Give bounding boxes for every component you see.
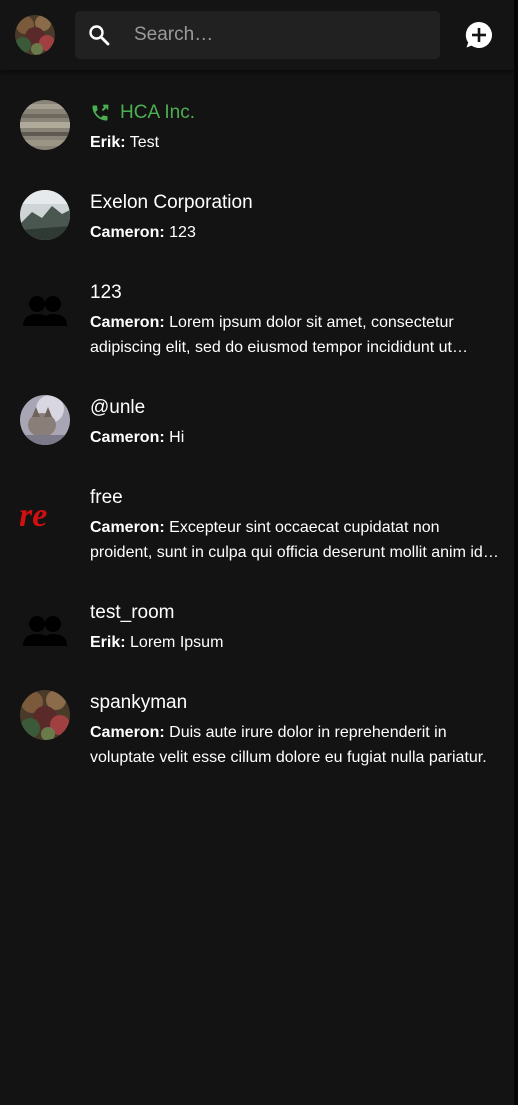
preview-sender: Erik: <box>90 634 126 651</box>
logo-text: re <box>20 497 47 534</box>
preview-sender: Cameron: <box>90 224 165 241</box>
room-avatar <box>20 100 70 150</box>
room-item[interactable]: re free Cameron: Excepteur sint occaecat… <box>0 475 514 570</box>
preview-text: 123 <box>169 224 196 241</box>
room-name: free <box>90 487 123 508</box>
room-avatar <box>20 690 70 740</box>
phone-call-icon <box>92 104 109 121</box>
new-chat-icon <box>465 21 493 48</box>
group-icon <box>20 600 70 650</box>
room-name: 123 <box>90 282 122 303</box>
room-preview: Cameron: 123 <box>90 220 500 245</box>
room-preview: Cameron: Hi <box>90 425 500 450</box>
new-chat-button[interactable] <box>464 20 494 50</box>
room-preview: Cameron: Lorem ipsum dolor sit amet, con… <box>90 310 500 360</box>
room-item[interactable]: @unle Cameron: Hi <box>0 385 514 455</box>
app-root: HCA Inc. Erik: Test Exelon Corporation C… <box>0 0 514 1105</box>
top-bar <box>0 0 514 70</box>
room-item[interactable]: test_room Erik: Lorem Ipsum <box>0 590 514 660</box>
group-icon <box>20 280 70 330</box>
search-icon <box>89 25 110 46</box>
preview-sender: Erik: <box>90 134 126 151</box>
preview-sender: Cameron: <box>90 314 165 331</box>
preview-sender: Cameron: <box>90 429 165 446</box>
search-input[interactable] <box>134 11 424 59</box>
preview-text: Hi <box>169 429 185 446</box>
preview-text: Test <box>129 134 160 151</box>
room-preview: Cameron: Excepteur sint occaecat cupidat… <box>90 515 500 565</box>
preview-sender: Cameron: <box>90 519 165 536</box>
room-item[interactable]: Exelon Corporation Cameron: 123 <box>0 180 514 250</box>
user-avatar[interactable] <box>15 15 55 55</box>
room-name: HCA Inc. <box>120 102 195 123</box>
room-preview: Cameron: Duis aute irure dolor in repreh… <box>90 720 500 770</box>
room-preview: Erik: Lorem Ipsum <box>90 630 500 655</box>
room-name: test_room <box>90 602 175 623</box>
room-name: Exelon Corporation <box>90 192 253 213</box>
room-name: @unle <box>90 397 146 418</box>
room-name: spankyman <box>90 692 188 713</box>
room-item[interactable]: spankyman Cameron: Duis aute irure dolor… <box>0 680 514 775</box>
room-avatar <box>20 395 70 445</box>
room-avatar <box>20 190 70 240</box>
preview-text: Lorem Ipsum <box>130 634 224 651</box>
room-preview: Erik: Test <box>90 130 500 155</box>
room-item[interactable]: HCA Inc. Erik: Test <box>0 90 514 160</box>
re-logo: re <box>20 485 70 535</box>
room-item[interactable]: 123 Cameron: Lorem ipsum dolor sit amet,… <box>0 270 514 365</box>
scrollbar-track[interactable] <box>514 0 518 1105</box>
search-box[interactable] <box>75 11 440 59</box>
preview-sender: Cameron: <box>90 724 165 741</box>
